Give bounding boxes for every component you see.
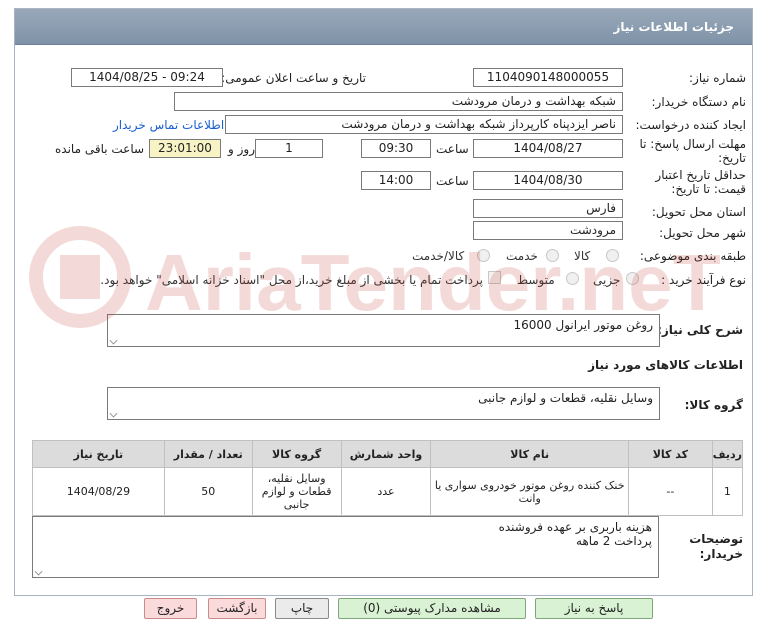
buyer-org-field[interactable]: شبکه بهداشت و درمان مرودشت bbox=[174, 92, 623, 111]
deadline-time-field[interactable]: 09:30 bbox=[361, 139, 431, 158]
creator-field[interactable]: ناصر ایزدپناه کارپرداز شبکه بهداشت و درم… bbox=[225, 115, 623, 134]
resize-handle-icon[interactable] bbox=[109, 409, 118, 418]
province-label: استان محل تحویل: bbox=[651, 205, 746, 219]
validity-label-2: قیمت: تا تاریخ: bbox=[671, 182, 746, 196]
back-button[interactable]: بازگشت bbox=[208, 598, 266, 619]
col-unit-header: واحد شمارش bbox=[340, 440, 432, 468]
resize-handle-icon[interactable] bbox=[109, 336, 118, 345]
treasury-payment-checkbox[interactable] bbox=[488, 271, 501, 284]
table-row[interactable]: 1 -- خنک کننده روغن موتور خودروی سواری ی… bbox=[32, 467, 744, 516]
day-label: روز و bbox=[228, 142, 255, 156]
description-label: شرح کلی نیاز: bbox=[657, 323, 743, 337]
buyer-notes-line-2: پرداخت 2 ماهه bbox=[576, 534, 652, 548]
city-field[interactable]: مرودشت bbox=[473, 221, 623, 240]
goods-group-textarea[interactable]: وسایل نقلیه، قطعات و لوازم جانبی bbox=[107, 387, 660, 420]
announce-field[interactable]: 1404/08/25 - 09:24 bbox=[71, 68, 223, 87]
creator-label: ایجاد کننده درخواست: bbox=[635, 118, 746, 132]
process-radio-medium[interactable] bbox=[566, 272, 579, 285]
validity-label-1: حداقل تاریخ اعتبار bbox=[655, 168, 746, 182]
goods-group-label: گروه کالا: bbox=[684, 398, 743, 412]
validity-time-field[interactable]: 14:00 bbox=[361, 171, 431, 190]
goods-info-title: اطلاعات کالاهای مورد نیاز bbox=[588, 358, 743, 372]
col-code-header: کد کالا bbox=[627, 440, 713, 468]
reply-button[interactable]: پاسخ به نیاز bbox=[535, 598, 653, 619]
cell-unit: عدد bbox=[340, 467, 432, 516]
items-table: ردیف کد کالا نام کالا واحد شمارش گروه کا… bbox=[32, 440, 744, 516]
panel-header: جزئیات اطلاعات نیاز bbox=[15, 9, 752, 45]
process-label: نوع فرآیند خرید : bbox=[661, 273, 746, 287]
exit-button[interactable]: خروج bbox=[144, 598, 197, 619]
process-option-medium: متوسط bbox=[517, 273, 555, 287]
category-radio-service[interactable] bbox=[546, 249, 559, 262]
col-qty-header: تعداد / مقدار bbox=[163, 440, 253, 468]
province-field[interactable]: فارس bbox=[473, 199, 623, 218]
cell-name: خنک کننده روغن موتور خودروی سواری یا وان… bbox=[430, 467, 629, 516]
category-label: طبقه بندی موضوعی: bbox=[639, 249, 746, 263]
need-number-field[interactable]: 1104090148000055 bbox=[473, 68, 623, 87]
description-textarea[interactable]: روغن موتور ایرانول 16000 bbox=[107, 314, 660, 347]
remaining-time-field: 23:01:00 bbox=[149, 139, 221, 158]
cell-group: وسایل نقلیه، قطعات و لوازم جانبی bbox=[251, 467, 342, 516]
deadline-date-field[interactable]: 1404/08/27 bbox=[473, 139, 623, 158]
contact-buyer-link[interactable]: اطلاعات تماس خریدار bbox=[113, 118, 224, 132]
buyer-notes-label-2: خریدار: bbox=[699, 547, 743, 561]
cell-date: 1404/08/29 bbox=[32, 467, 165, 516]
process-radio-minor[interactable] bbox=[626, 272, 639, 285]
resize-handle-icon[interactable] bbox=[34, 567, 43, 576]
cell-row: 1 bbox=[711, 467, 744, 516]
description-text: روغن موتور ایرانول 16000 bbox=[513, 318, 653, 332]
category-radio-both[interactable] bbox=[477, 249, 490, 262]
category-option-both: کالا/خدمت bbox=[412, 249, 465, 263]
col-group-header: گروه کالا bbox=[251, 440, 342, 468]
goods-group-text: وسایل نقلیه، قطعات و لوازم جانبی bbox=[478, 391, 653, 405]
buyer-notes-label-1: توضیحات bbox=[689, 532, 743, 546]
buyer-org-label: نام دستگاه خریدار: bbox=[651, 95, 747, 109]
col-date-header: تاریخ نیاز bbox=[32, 440, 165, 468]
col-name-header: نام کالا bbox=[430, 440, 629, 468]
need-number-label: شماره نیاز: bbox=[689, 71, 746, 85]
attachments-button[interactable]: مشاهده مدارک پیوستی (0) bbox=[338, 598, 526, 619]
payment-note: پرداخت تمام یا بخشی از مبلغ خرید،از محل … bbox=[100, 273, 483, 287]
panel-title: جزئیات اطلاعات نیاز bbox=[613, 20, 734, 34]
deadline-label-1: مهلت ارسال پاسخ: تا bbox=[639, 137, 746, 151]
cell-qty: 50 bbox=[163, 467, 253, 516]
buyer-notes-textarea[interactable]: هزینه باربری بر عهده فروشنده پرداخت 2 ما… bbox=[32, 516, 659, 578]
cell-code: -- bbox=[627, 467, 713, 516]
remaining-label: ساعت باقی مانده bbox=[55, 142, 145, 156]
day-count-field[interactable]: 1 bbox=[255, 139, 323, 158]
category-option-goods: کالا bbox=[574, 249, 591, 263]
deadline-label-2: تاریخ: bbox=[718, 151, 746, 165]
category-radio-goods[interactable] bbox=[606, 249, 619, 262]
validity-time-label: ساعت bbox=[436, 174, 469, 188]
validity-date-field[interactable]: 1404/08/30 bbox=[473, 171, 623, 190]
announce-label: تاریخ و ساعت اعلان عمومی: bbox=[221, 71, 366, 85]
process-option-minor: جزیی bbox=[593, 273, 621, 287]
print-button[interactable]: چاپ bbox=[275, 598, 329, 619]
buyer-notes-line-1: هزینه باربری بر عهده فروشنده bbox=[498, 520, 652, 534]
table-header-row: ردیف کد کالا نام کالا واحد شمارش گروه کا… bbox=[32, 440, 744, 468]
city-label: شهر محل تحویل: bbox=[659, 226, 746, 240]
category-option-service: خدمت bbox=[506, 249, 538, 263]
col-row-header: ردیف bbox=[711, 440, 744, 468]
deadline-time-label: ساعت bbox=[436, 142, 469, 156]
